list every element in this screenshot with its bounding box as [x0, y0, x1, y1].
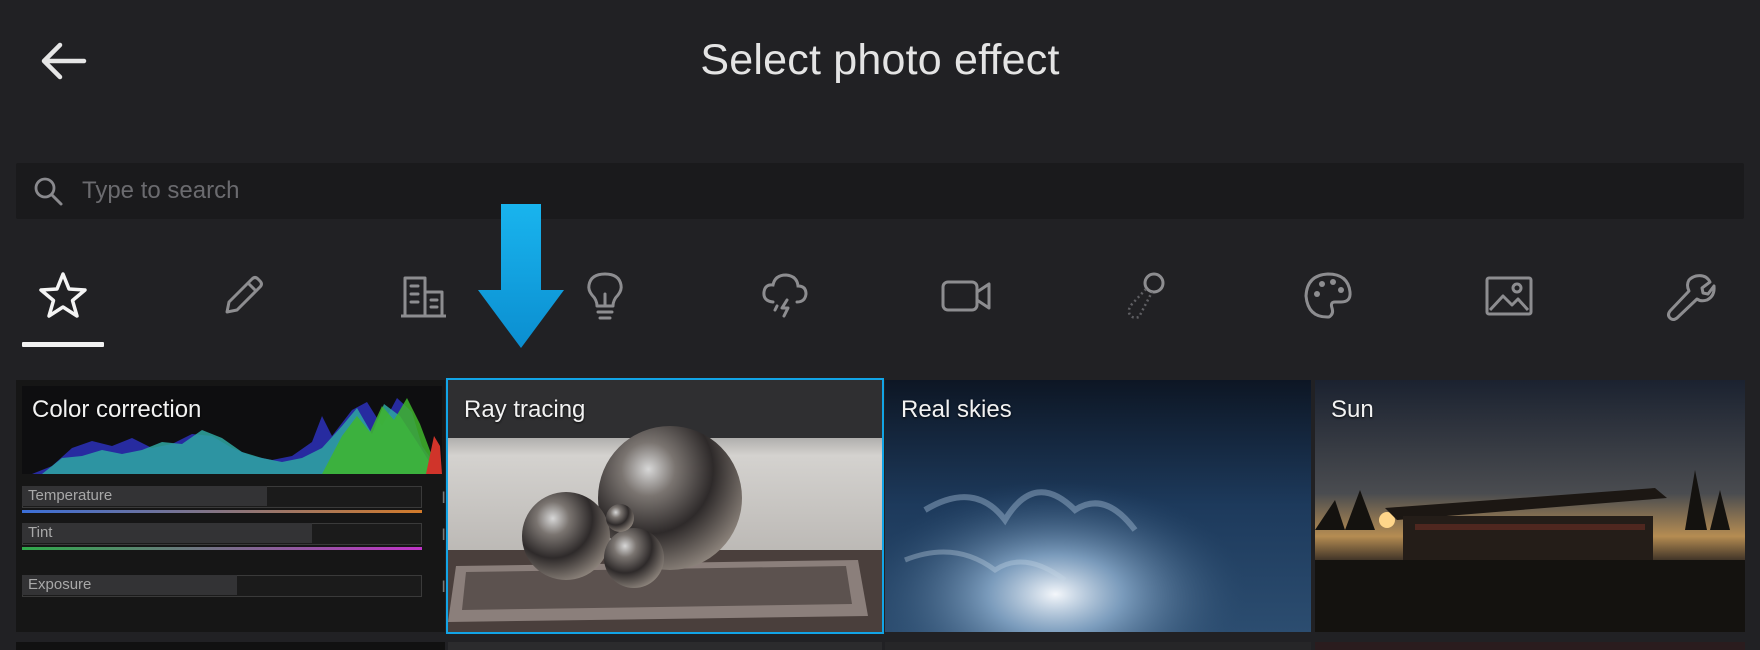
effect-card-ray-tracing[interactable]: Ray tracing — [446, 378, 884, 634]
temperature-slider[interactable]: Temperature I — [22, 486, 445, 513]
effect-card-sun[interactable]: Sun — [1315, 380, 1745, 632]
effect-card-label: Real skies — [901, 396, 1012, 423]
lightbulb-icon — [587, 272, 623, 320]
tab-tools[interactable] — [1642, 258, 1738, 350]
tab-video[interactable] — [918, 258, 1014, 350]
effect-card-label: Color correction — [32, 396, 202, 423]
image-icon — [1485, 276, 1533, 316]
effect-card-label: Ray tracing — [464, 396, 586, 423]
page-title: Select photo effect — [700, 36, 1060, 84]
tab-colors[interactable] — [1280, 258, 1376, 350]
reset-marker-icon: I — [441, 488, 445, 507]
tab-edit[interactable] — [195, 258, 291, 350]
effect-card-partial[interactable] — [16, 642, 445, 650]
palette-icon — [1304, 272, 1352, 319]
tint-slider[interactable]: Tint I — [22, 523, 445, 550]
effect-card-color-correction[interactable]: Color correction Temperature I Tint I Ex… — [16, 380, 445, 632]
search-bar — [16, 163, 1744, 219]
tab-image[interactable] — [1461, 258, 1557, 350]
sun-path-icon — [1127, 272, 1165, 319]
effect-card-partial[interactable] — [1315, 642, 1745, 650]
effect-card-partial[interactable] — [885, 642, 1311, 650]
exposure-slider[interactable]: Exposure I — [22, 575, 445, 597]
slider-label: Temperature — [28, 487, 113, 504]
slider-label: Exposure — [28, 576, 92, 593]
slider-label: Tint — [28, 524, 53, 541]
effect-card-partial[interactable] — [448, 642, 882, 650]
header: Select photo effect — [0, 0, 1760, 124]
highlight-arrow-icon — [478, 204, 564, 348]
building-icon — [401, 276, 446, 318]
tab-weather[interactable] — [737, 258, 833, 350]
effect-card-label: Sun — [1331, 396, 1374, 423]
sun-thumbnail — [1315, 380, 1745, 632]
reset-marker-icon: I — [441, 525, 445, 544]
storm-cloud-icon — [762, 273, 808, 318]
tab-buildings[interactable] — [376, 258, 472, 350]
reset-marker-icon: I — [441, 577, 445, 596]
star-icon — [39, 272, 87, 318]
category-tabs — [0, 258, 1760, 354]
wrench-icon — [1667, 274, 1716, 321]
pencil-icon — [225, 276, 263, 314]
search-input[interactable] — [82, 177, 1582, 205]
tab-lighting[interactable] — [557, 258, 653, 350]
tab-favorites[interactable] — [15, 258, 111, 350]
tab-selected-indicator — [22, 342, 104, 347]
search-icon — [30, 173, 66, 209]
video-camera-icon — [941, 280, 991, 312]
tab-sun-path[interactable] — [1099, 258, 1195, 350]
effect-card-real-skies[interactable]: Real skies — [885, 380, 1311, 632]
effect-grid: Color correction Temperature I Tint I Ex… — [0, 378, 1760, 650]
